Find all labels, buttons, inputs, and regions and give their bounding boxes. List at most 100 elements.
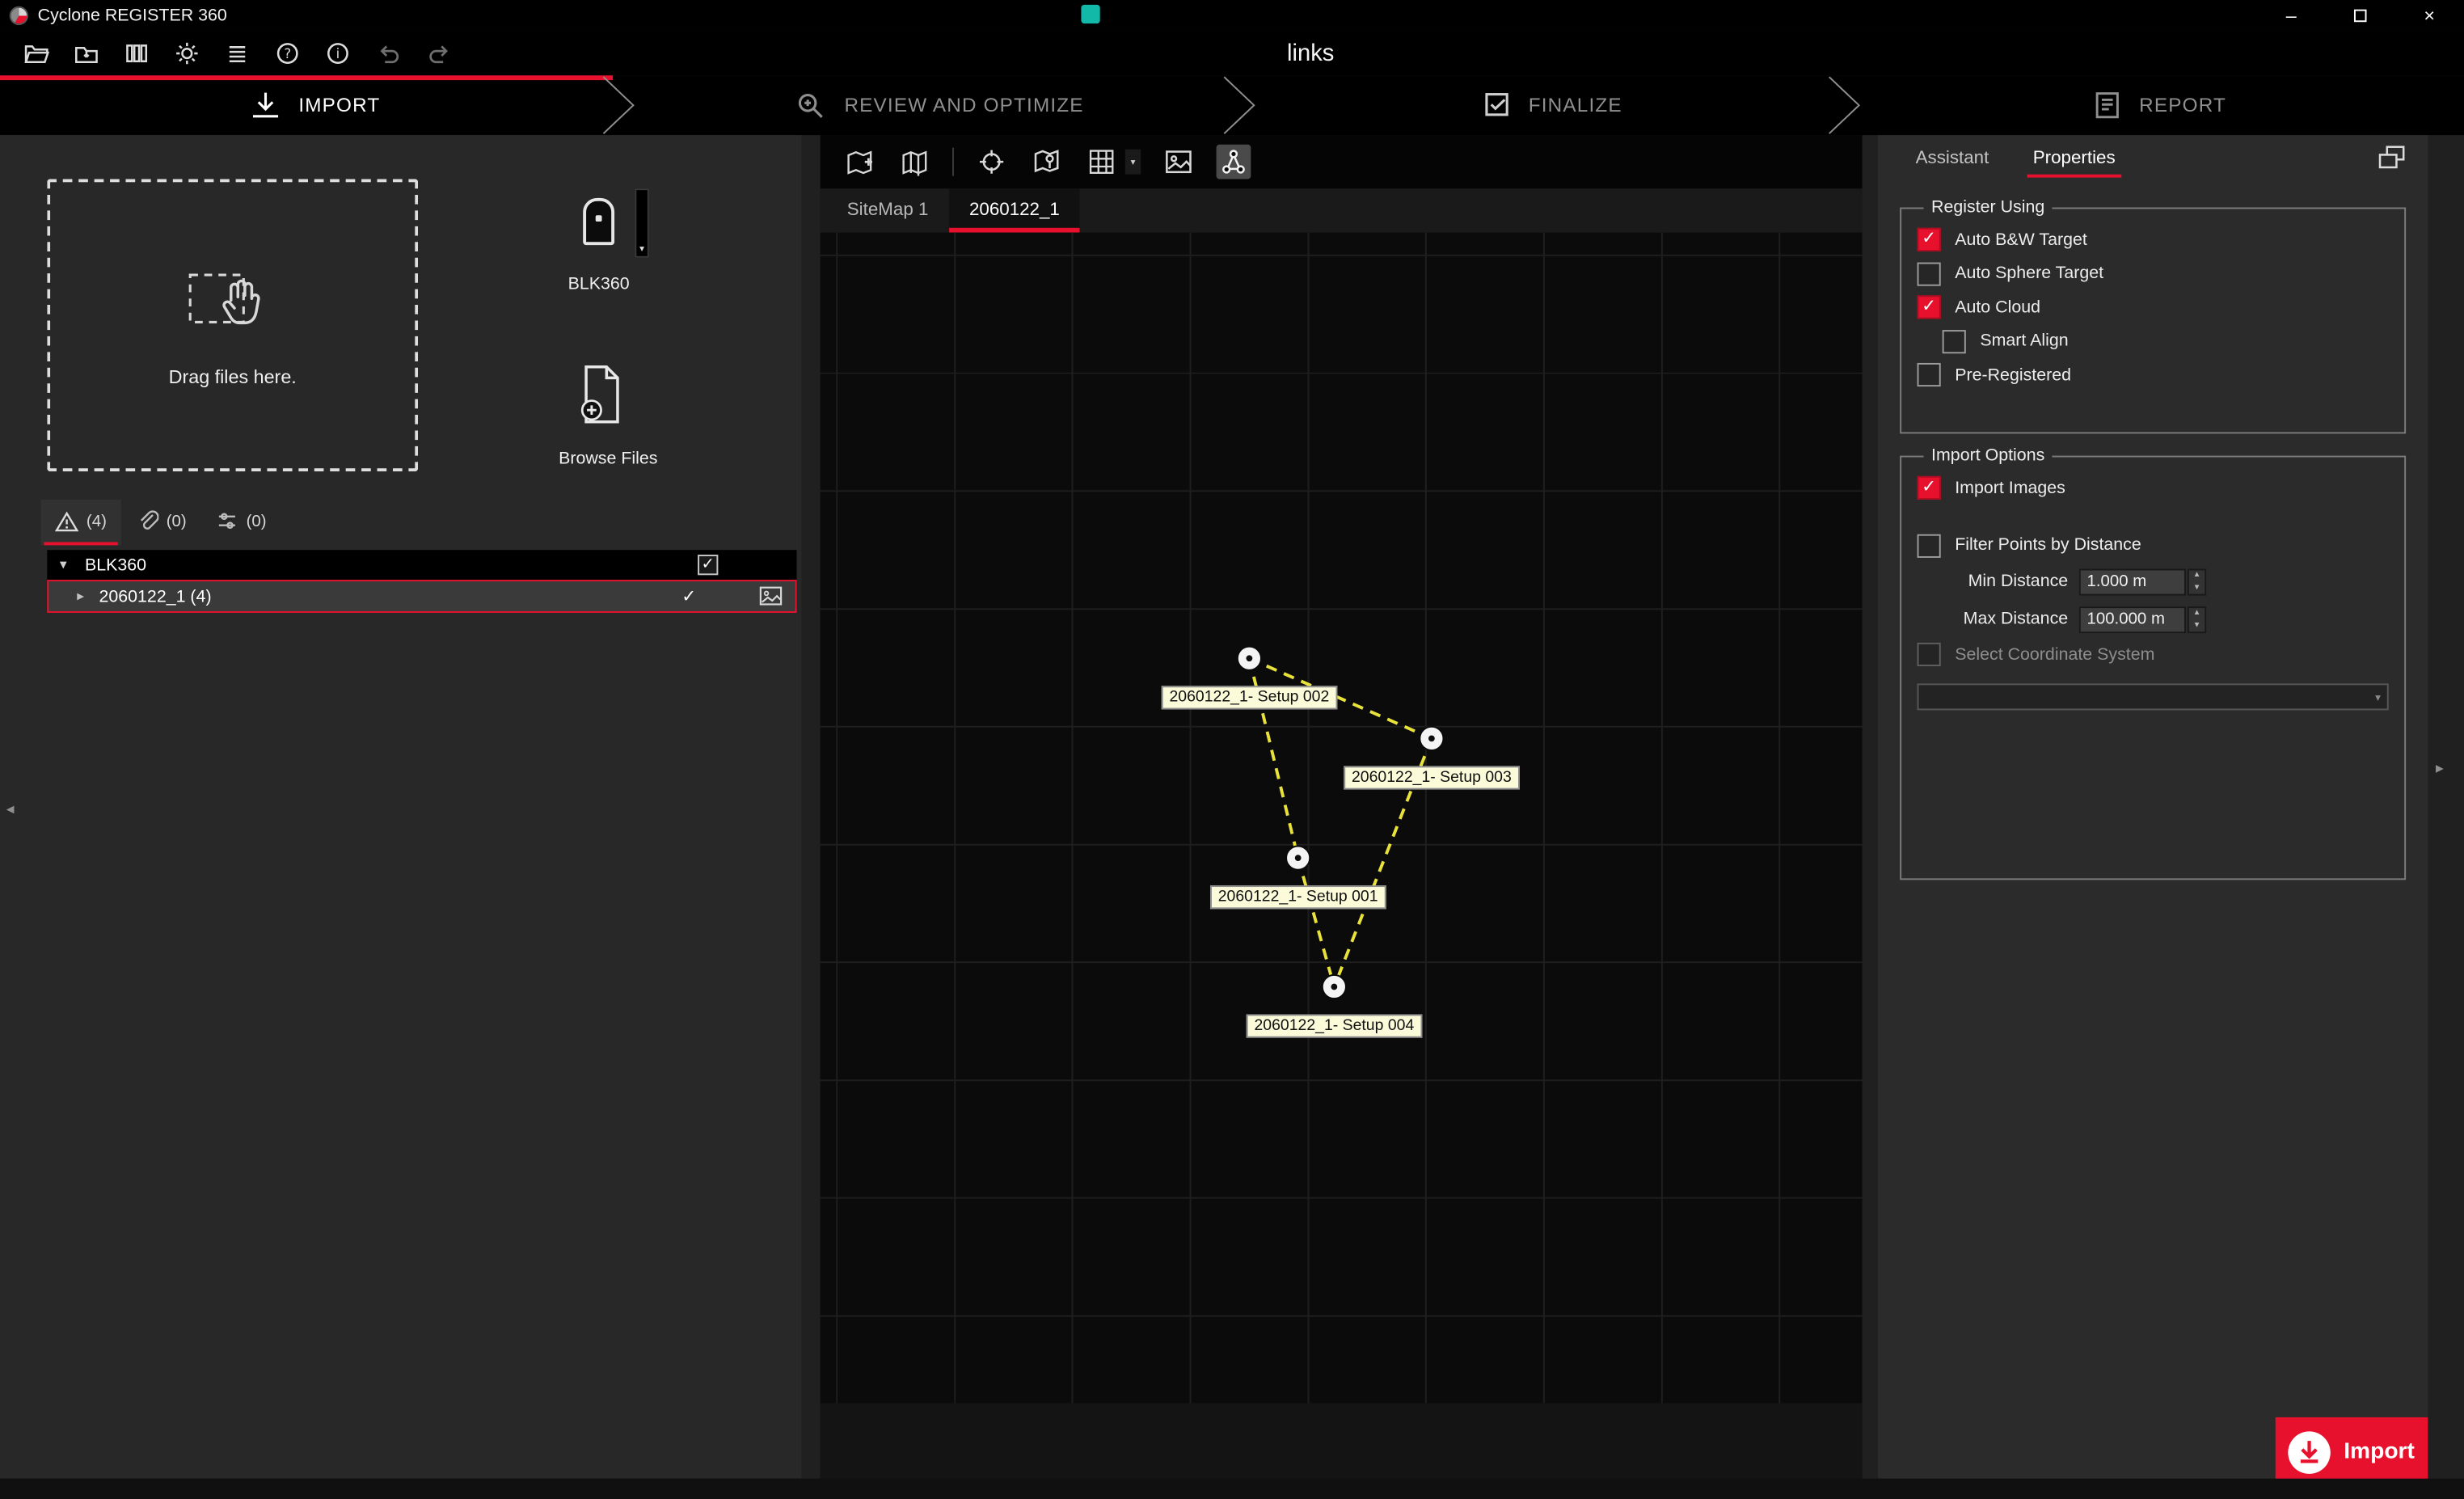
collapse-left-panel-arrow[interactable]: ◂ (6, 801, 15, 818)
attachment-icon (135, 509, 158, 533)
redo-icon[interactable] (424, 40, 453, 68)
option-auto-bw-target[interactable]: ✓ Auto B&W Target (1918, 223, 2389, 257)
max-distance-label: Max Distance (1918, 610, 2069, 628)
toolbar-separator (952, 148, 954, 176)
grid-icon[interactable] (1084, 145, 1119, 179)
close-button[interactable]: × (2395, 0, 2464, 32)
register-using-group: Register Using ✓ Auto B&W Target Auto Sp… (1900, 198, 2406, 434)
image-icon[interactable] (1162, 145, 1196, 179)
setup-label[interactable]: 2060122_1- Setup 003 (1344, 766, 1519, 789)
tab-assistant[interactable]: Assistant (1913, 140, 1993, 178)
stage-finalize[interactable]: FINALIZE (1249, 75, 1854, 135)
spin-up-icon[interactable]: ▲ (2189, 607, 2205, 619)
checkbox[interactable]: ✓ (1918, 228, 1941, 251)
min-distance-stepper[interactable]: ▲ ▼ (2188, 568, 2206, 595)
spin-down-icon[interactable]: ▼ (2189, 619, 2205, 631)
import-button[interactable]: Import (2276, 1417, 2428, 1487)
properties-panel: Assistant Properties Register Using ✓ Au… (1878, 135, 2428, 1479)
undo-icon[interactable] (374, 40, 403, 68)
max-distance-input[interactable]: 100.000 m (2079, 606, 2186, 632)
import-download-icon (2289, 1430, 2331, 1472)
tab-warnings[interactable]: (4) (41, 500, 121, 545)
setup-point[interactable] (1285, 846, 1310, 871)
tab-adjustments[interactable]: (0) (200, 500, 281, 545)
checkbox[interactable]: ✓ (1918, 476, 1941, 500)
sitemap-canvas[interactable]: 2060122_1- Setup 002 2060122_1- Setup 003… (821, 233, 1863, 1404)
setup-label[interactable]: 2060122_1- Setup 004 (1247, 1014, 1422, 1037)
georeference-icon[interactable] (1029, 145, 1064, 179)
workflow-bar: IMPORT REVIEW AND OPTIMIZE FINALIZE REPO… (0, 75, 2464, 135)
tree-root-checkbox[interactable]: ✓ (698, 555, 718, 575)
info-icon[interactable]: i (323, 40, 352, 68)
log-list-icon[interactable] (223, 40, 251, 68)
option-auto-sphere-target[interactable]: Auto Sphere Target (1918, 257, 2389, 291)
link-tool-icon[interactable] (1217, 145, 1251, 179)
option-import-images[interactable]: ✓ Import Images (1918, 471, 2389, 505)
canvas-footer (821, 1403, 1863, 1478)
project-name: links (1287, 40, 1334, 67)
setup-point[interactable] (1322, 974, 1347, 999)
main-toolbar: ? i links (0, 32, 2464, 75)
import-source-panel: Drag files here. ▾ BLK360 Browse Files (… (0, 135, 801, 1479)
tab-attachments[interactable]: (0) (120, 500, 200, 545)
target-icon[interactable] (974, 145, 1009, 179)
sitemap-toolbar: ▾ (821, 135, 1863, 188)
expand-right-panel-arrow[interactable]: ▸ (2436, 761, 2444, 778)
setup-label[interactable]: 2060122_1- Setup 002 (1162, 686, 1337, 709)
images-icon[interactable] (759, 586, 783, 606)
minimize-button[interactable]: – (2256, 0, 2326, 32)
tree-root-row[interactable]: ▾ BLK360 ✓ (47, 550, 796, 580)
help-icon[interactable]: ? (273, 40, 302, 68)
coordinate-system-dropdown[interactable]: ▾ (1918, 682, 2389, 709)
min-distance-input[interactable]: 1.000 m (2079, 568, 2186, 595)
stage-import[interactable]: IMPORT (0, 75, 629, 135)
stage-report[interactable]: REPORT (1854, 75, 2464, 135)
settings-gear-icon[interactable] (173, 40, 201, 68)
setup-point[interactable] (1237, 646, 1262, 671)
tab-label: SiteMap 1 (847, 201, 929, 220)
collapse-icon[interactable]: ▾ (60, 556, 85, 573)
tree-item-row[interactable]: ▸ 2060122_1 (4) ✓ (47, 580, 796, 613)
device-selector[interactable]: ▾ (635, 188, 648, 258)
blk360-device-icon[interactable] (583, 198, 614, 245)
expand-icon[interactable]: ▸ (77, 588, 99, 605)
checkbox[interactable] (1918, 363, 1941, 386)
tab-sitemap-1[interactable]: SiteMap 1 (826, 188, 948, 232)
max-distance-stepper[interactable]: ▲ ▼ (2188, 606, 2206, 632)
sitemap-icon[interactable] (897, 145, 932, 179)
open-project-icon[interactable] (22, 40, 50, 68)
spin-down-icon[interactable]: ▼ (2189, 581, 2205, 593)
option-label: Smart Align (1980, 332, 2068, 351)
maximize-button[interactable] (2326, 0, 2395, 32)
option-select-coordinate-system[interactable]: Select Coordinate System (1918, 638, 2389, 672)
option-filter-points[interactable]: Filter Points by Distance (1918, 529, 2389, 563)
checkbox[interactable] (1943, 330, 1966, 353)
tab-count: (4) (86, 512, 107, 530)
tab-count: (0) (167, 512, 187, 530)
drag-drop-zone[interactable]: Drag files here. (47, 179, 418, 471)
save-project-icon[interactable] (72, 40, 100, 68)
option-label: Pre-Registered (1955, 365, 2071, 384)
window-controls: – × (2256, 0, 2464, 32)
add-sitemap-icon[interactable] (842, 145, 877, 179)
option-smart-align[interactable]: Smart Align (1943, 324, 2389, 358)
checkbox[interactable] (1918, 262, 1941, 285)
title-bar: Cyclone REGISTER 360 – × (0, 0, 2464, 32)
app-logo-icon (10, 6, 28, 25)
browse-files-button[interactable] (578, 365, 625, 424)
option-pre-registered[interactable]: Pre-Registered (1918, 358, 2389, 392)
tab-properties[interactable]: Properties (2030, 140, 2119, 178)
dropzone-label: Drag files here. (169, 366, 297, 388)
option-auto-cloud[interactable]: ✓ Auto Cloud (1918, 291, 2389, 325)
grid-options-dropdown[interactable]: ▾ (1125, 150, 1141, 175)
spin-up-icon[interactable]: ▲ (2189, 569, 2205, 581)
archive-icon[interactable] (123, 40, 151, 68)
setup-label[interactable]: 2060122_1- Setup 001 (1210, 885, 1386, 909)
checkbox[interactable]: ✓ (1918, 296, 1941, 319)
panel-layout-icon[interactable] (2378, 145, 2406, 170)
stage-review-and-optimize[interactable]: REVIEW AND OPTIMIZE (629, 75, 1250, 135)
tab-2060122-1[interactable]: 2060122_1 (949, 188, 1080, 232)
checkbox[interactable] (1918, 643, 1941, 666)
checkbox[interactable] (1918, 534, 1941, 557)
setup-point[interactable] (1419, 726, 1444, 751)
